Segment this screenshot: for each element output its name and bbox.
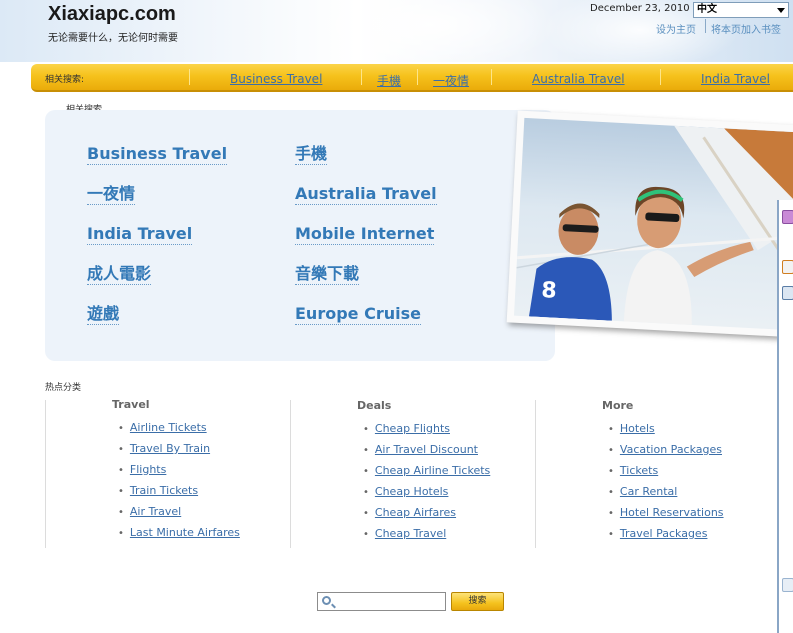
- list-item: • Cheap Airline Tickets: [363, 464, 491, 477]
- list-item: • Travel Packages: [608, 527, 708, 540]
- search-field: [317, 592, 446, 611]
- related-link-europe-cruise[interactable]: Europe Cruise: [295, 304, 421, 325]
- nav-divider: [189, 69, 190, 85]
- list-item: • Cheap Travel: [363, 527, 447, 540]
- related-search-bar: 相关搜索: Business Travel 手機 一夜情 Australia T…: [31, 64, 793, 92]
- app-icon[interactable]: [782, 210, 793, 224]
- header-link-divider: [705, 19, 706, 33]
- header: Xiaxiapc.com 无论需要什么，无论何时需要 December 23, …: [0, 0, 793, 62]
- related-search-panel: Business Travel 手機 一夜情 Australia Travel …: [45, 110, 555, 361]
- dropdown-arrow-icon: [777, 8, 785, 13]
- current-date: December 23, 2010: [590, 3, 690, 14]
- category-link[interactable]: Cheap Travel: [375, 527, 446, 540]
- list-item: • Air Travel Discount: [363, 443, 478, 456]
- home-icon[interactable]: [782, 260, 793, 274]
- category-link[interactable]: Airline Tickets: [130, 421, 207, 434]
- nav-divider: [491, 69, 492, 85]
- nav-link-one-night[interactable]: 一夜情: [433, 72, 469, 89]
- category-link[interactable]: Travel By Train: [130, 442, 210, 455]
- list-item: • Train Tickets: [118, 484, 199, 497]
- list-item: • Last Minute Airfares: [118, 526, 240, 539]
- category-title: Travel: [112, 398, 150, 411]
- language-select-value: 中文: [697, 4, 717, 15]
- nav-link-australia-travel[interactable]: Australia Travel: [532, 72, 625, 86]
- side-toolbar: [777, 200, 793, 633]
- list-item: • Flights: [118, 463, 167, 476]
- related-link-business-travel[interactable]: Business Travel: [87, 144, 228, 165]
- related-search-bar-label: 相关搜索:: [45, 75, 85, 85]
- list-item: • Cheap Flights: [363, 422, 450, 435]
- site-logo[interactable]: Xiaxiapc.com: [48, 3, 176, 26]
- related-link-games[interactable]: 遊戲: [87, 304, 120, 325]
- nav-divider: [361, 69, 362, 85]
- header-cloud-decoration: [300, 0, 560, 62]
- related-link-adult-movies[interactable]: 成人電影: [87, 264, 152, 285]
- category-title: Deals: [357, 399, 392, 412]
- category-link[interactable]: Air Travel: [130, 505, 181, 518]
- category-link[interactable]: Travel Packages: [620, 527, 708, 540]
- category-link[interactable]: Vacation Packages: [620, 443, 722, 456]
- sailing-couple-illustration: 8: [516, 125, 793, 325]
- search-icon: [322, 596, 331, 605]
- nav-link-india-travel[interactable]: India Travel: [701, 72, 770, 86]
- related-link-one-night[interactable]: 一夜情: [87, 184, 136, 205]
- list-item: • Travel By Train: [118, 442, 211, 455]
- add-bookmark-link[interactable]: 将本页加入书签: [711, 21, 781, 36]
- category-column-travel: Travel • Airline Tickets • Travel By Train…: [45, 398, 290, 548]
- list-item: • Car Rental: [608, 485, 678, 498]
- category-link[interactable]: Car Rental: [620, 485, 677, 498]
- list-item: • Air Travel: [118, 505, 182, 518]
- hero-photo: 8: [514, 117, 793, 331]
- category-link[interactable]: Flights: [130, 463, 166, 476]
- list-item: • Hotel Reservations: [608, 506, 724, 519]
- shield-icon[interactable]: [782, 286, 793, 300]
- related-link-australia-travel[interactable]: Australia Travel: [295, 184, 437, 205]
- related-link-music-download[interactable]: 音樂下載: [295, 264, 360, 285]
- list-item: • Airline Tickets: [118, 421, 207, 434]
- related-link-mobile[interactable]: 手機: [295, 144, 328, 165]
- list-item: • Tickets: [608, 464, 659, 477]
- category-column-more: More • Hotels • Vacation Packages • Tickets…: [535, 399, 775, 548]
- svg-text:8: 8: [541, 278, 558, 304]
- category-link[interactable]: Cheap Airline Tickets: [375, 464, 490, 477]
- category-link[interactable]: Cheap Flights: [375, 422, 450, 435]
- category-column-deals: Deals • Cheap Flights • Air Travel Discoun…: [290, 399, 535, 548]
- nav-divider: [417, 69, 418, 85]
- set-homepage-link[interactable]: 设为主页: [656, 21, 696, 36]
- hot-categories-heading: 热点分类: [45, 383, 82, 393]
- category-link[interactable]: Hotels: [620, 422, 655, 435]
- list-item: • Vacation Packages: [608, 443, 722, 456]
- category-link[interactable]: Hotel Reservations: [620, 506, 724, 519]
- list-item: • Cheap Hotels: [363, 485, 449, 498]
- nav-link-business-travel[interactable]: Business Travel: [230, 72, 322, 86]
- site-tagline: 无论需要什么，无论何时需要: [48, 33, 178, 44]
- category-title: More: [602, 399, 634, 412]
- category-link[interactable]: Train Tickets: [130, 484, 198, 497]
- category-link[interactable]: Tickets: [620, 464, 658, 477]
- nav-divider: [660, 69, 661, 85]
- related-link-mobile-internet[interactable]: Mobile Internet: [295, 224, 435, 245]
- list-item: • Cheap Airfares: [363, 506, 457, 519]
- related-link-india-travel[interactable]: India Travel: [87, 224, 193, 245]
- font-icon[interactable]: [782, 578, 793, 592]
- list-item: • Hotels: [608, 422, 655, 435]
- search-button[interactable]: 搜索: [451, 592, 504, 611]
- category-link[interactable]: Air Travel Discount: [375, 443, 478, 456]
- category-link[interactable]: Last Minute Airfares: [130, 526, 240, 539]
- nav-link-mobile[interactable]: 手機: [377, 72, 401, 89]
- language-select[interactable]: 中文: [693, 2, 789, 18]
- category-link[interactable]: Cheap Airfares: [375, 506, 456, 519]
- category-link[interactable]: Cheap Hotels: [375, 485, 449, 498]
- search-input[interactable]: [336, 594, 442, 609]
- hero-photo-frame: 8: [506, 110, 793, 338]
